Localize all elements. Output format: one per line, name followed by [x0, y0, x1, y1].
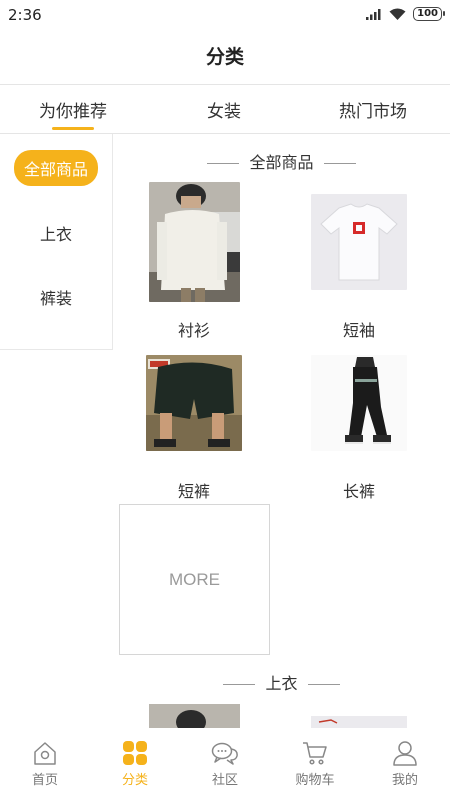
- signal-icon: [366, 9, 381, 20]
- product-name: 短裤: [177, 482, 210, 501]
- status-bar: 2:36 100: [0, 0, 450, 30]
- tab-womens[interactable]: 女装: [207, 97, 241, 122]
- product-name: 长裤: [342, 482, 375, 501]
- product-name: 短袖: [342, 321, 375, 340]
- sidebar-item-label: 上衣: [39, 225, 72, 244]
- nav-cart[interactable]: 购物车: [270, 740, 360, 788]
- header-line: [223, 684, 256, 685]
- profile-icon: [393, 741, 417, 766]
- wifi-icon: [389, 8, 406, 20]
- tab-recommended[interactable]: 为你推荐: [39, 97, 107, 130]
- section-title: 全部商品: [249, 153, 314, 172]
- nav-category[interactable]: 分类: [90, 740, 180, 788]
- cart-icon: [303, 742, 327, 765]
- sidebar-item-all-products[interactable]: 全部商品: [0, 150, 112, 186]
- nav-label: 购物车: [295, 773, 335, 788]
- section-title: 上衣: [265, 674, 298, 693]
- active-tab-indicator: [52, 127, 94, 130]
- tab-label: 为你推荐: [39, 102, 107, 122]
- nav-home[interactable]: 首页: [0, 740, 90, 788]
- sidebar-item-label: 全部商品: [13, 150, 98, 186]
- header-line: [307, 684, 340, 685]
- tshirt-photo: [311, 194, 407, 290]
- product-trousers[interactable]: 长裤: [284, 355, 434, 501]
- community-icon: [211, 742, 238, 765]
- nav-label: 我的: [391, 773, 418, 788]
- nav-label: 首页: [31, 773, 58, 788]
- more-button[interactable]: MORE: [119, 504, 270, 655]
- battery-indicator: 100: [413, 7, 445, 21]
- status-icons: 100: [366, 7, 445, 21]
- sidebar-item-tops[interactable]: 上衣: [0, 221, 112, 245]
- category-sidebar: 全部商品 上衣 裤装: [0, 134, 113, 350]
- product-image-partial: [311, 716, 407, 728]
- section-header: 全部商品: [113, 149, 450, 173]
- home-icon: [34, 742, 56, 765]
- tab-label: 女装: [207, 102, 241, 122]
- product-image-partial: [149, 704, 240, 728]
- shorts-photo: [146, 355, 242, 451]
- page-title: 分类: [205, 46, 244, 68]
- product-name: 衬衫: [177, 321, 210, 340]
- category-icon: [123, 741, 147, 765]
- sidebar-item-label: 裤装: [39, 289, 72, 308]
- tab-label: 热门市场: [339, 102, 407, 122]
- product-shorts[interactable]: 短裤: [119, 355, 269, 501]
- nav-label: 社区: [211, 773, 238, 788]
- sidebar-item-pants[interactable]: 裤装: [0, 285, 112, 309]
- section-header: 上衣: [113, 670, 450, 694]
- nav-community[interactable]: 社区: [180, 740, 270, 788]
- nav-profile[interactable]: 我的: [360, 740, 450, 788]
- header-line: [207, 163, 240, 164]
- tab-hot-market[interactable]: 热门市场: [339, 97, 407, 122]
- product-shirt[interactable]: 衬衫: [119, 182, 269, 342]
- shirt-photo: [148, 182, 240, 302]
- bottom-nav: 首页 分类 社区 购物车 我的: [0, 728, 450, 800]
- product-tshirt[interactable]: 短袖: [284, 194, 434, 342]
- nav-label: 分类: [121, 773, 148, 788]
- trousers-photo: [311, 355, 407, 451]
- status-time: 2:36: [8, 6, 42, 24]
- top-tabs: 为你推荐 女装 热门市场: [0, 85, 450, 133]
- header-line: [323, 163, 356, 164]
